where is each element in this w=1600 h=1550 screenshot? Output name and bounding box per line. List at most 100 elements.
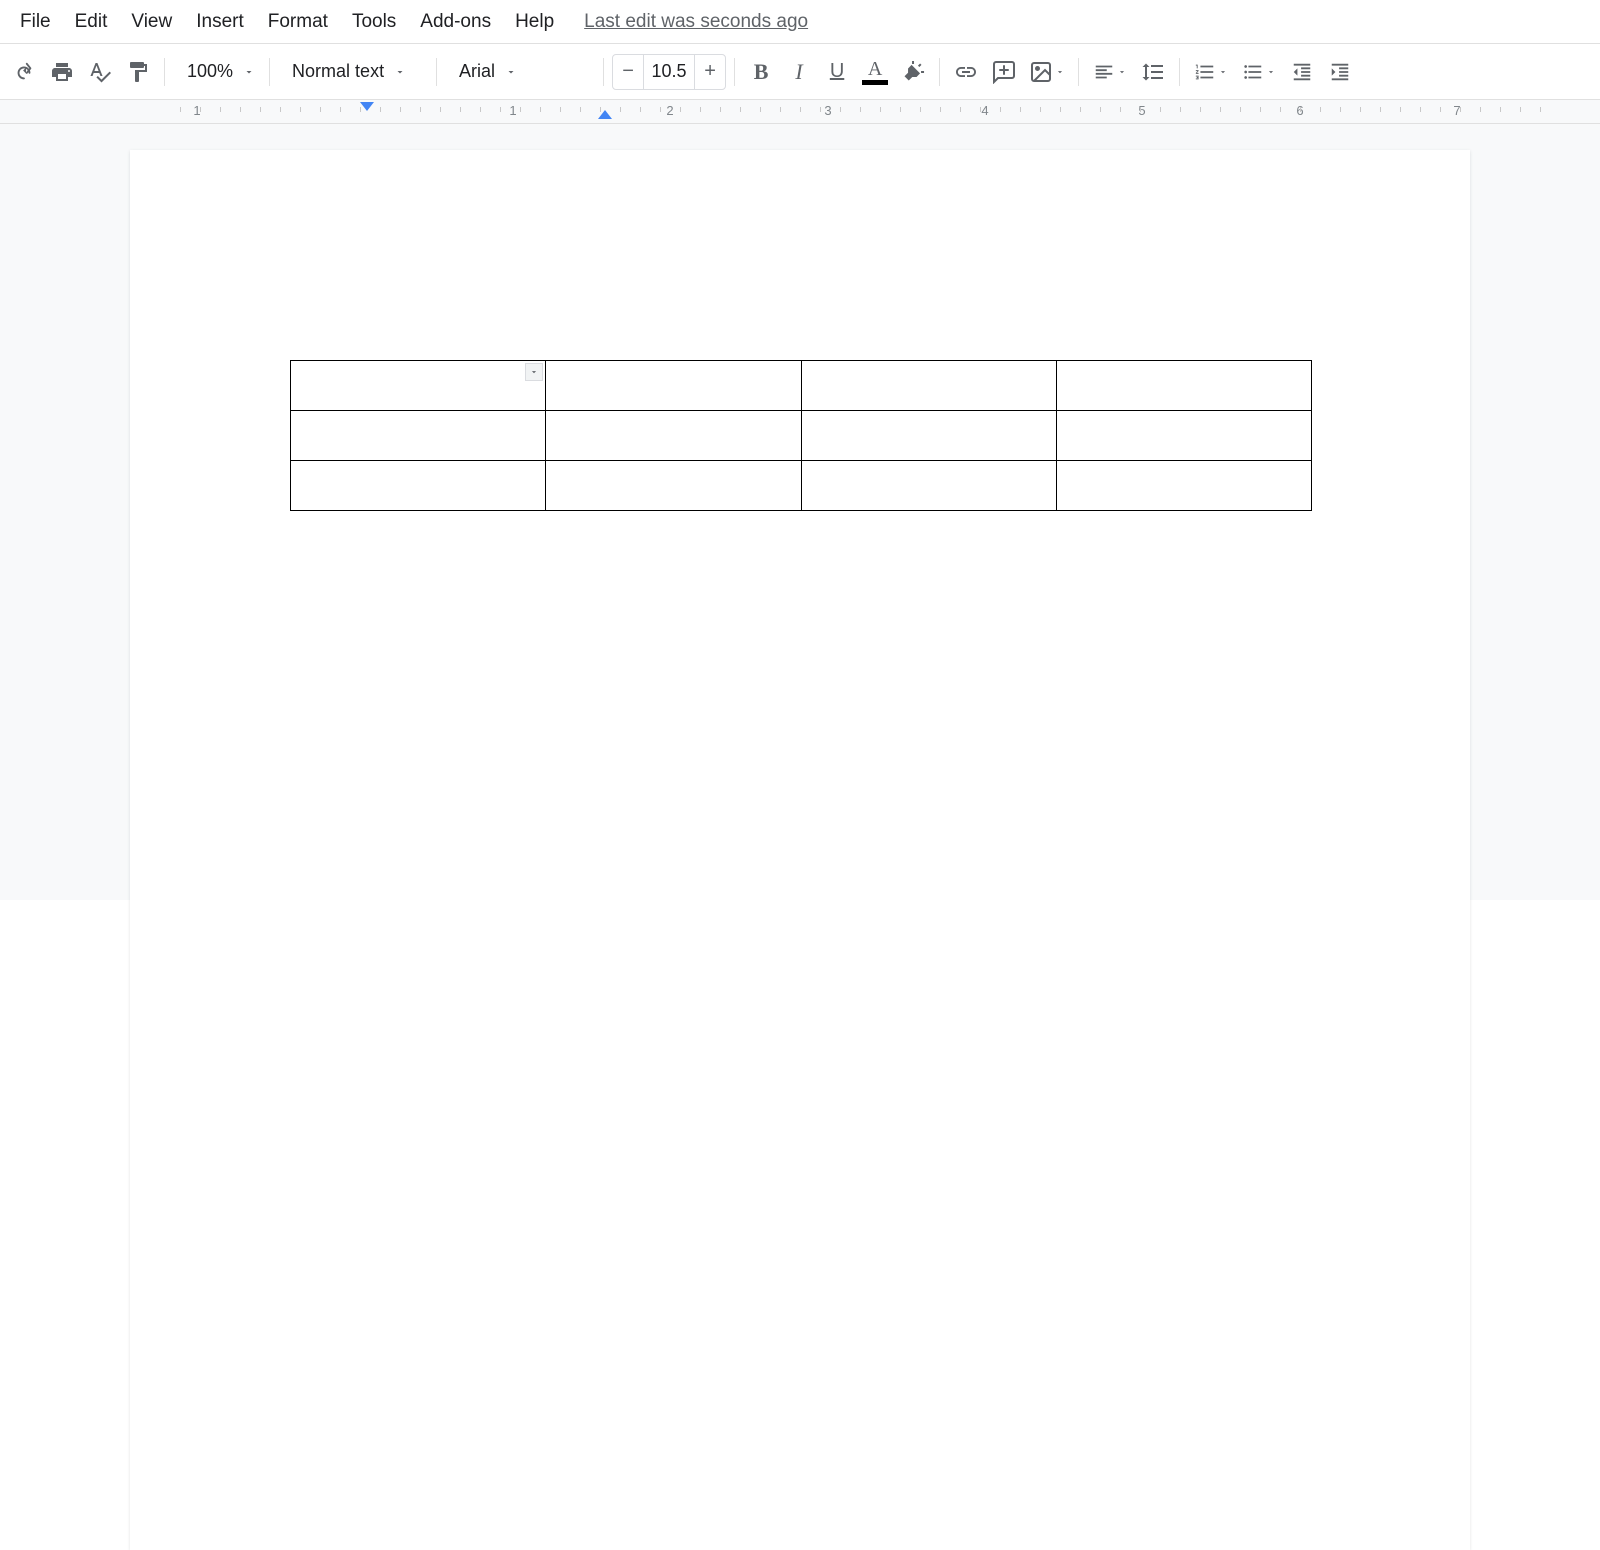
ruler-tick <box>300 107 301 112</box>
underline-button[interactable]: U <box>819 54 855 90</box>
table-cell[interactable] <box>801 361 1056 411</box>
add-comment-button[interactable] <box>986 54 1022 90</box>
ruler-tick <box>880 107 881 112</box>
ruler-tick <box>1300 107 1301 112</box>
zoom-select[interactable]: 100% <box>173 54 261 90</box>
ruler-number: 3 <box>824 103 831 118</box>
ruler-tick <box>1220 107 1221 112</box>
paint-format-button[interactable] <box>120 54 156 90</box>
bulleted-list-button[interactable] <box>1236 54 1282 90</box>
ruler-tick <box>800 107 801 112</box>
numbered-list-button[interactable] <box>1188 54 1234 90</box>
ruler-tick <box>260 107 261 112</box>
table-cell[interactable] <box>1056 411 1311 461</box>
font-value: Arial <box>459 61 495 82</box>
table-cell[interactable] <box>546 461 801 511</box>
ruler-tick <box>740 107 741 112</box>
redo-button[interactable] <box>6 54 42 90</box>
menu-edit[interactable]: Edit <box>63 5 120 39</box>
ruler-tick <box>1420 107 1421 112</box>
paragraph-style-select[interactable]: Normal text <box>278 54 428 90</box>
print-icon <box>50 60 74 84</box>
insert-image-button[interactable] <box>1024 54 1070 90</box>
ruler-number: 4 <box>981 103 988 118</box>
spellcheck-icon <box>88 60 112 84</box>
ruler-tick <box>1260 107 1261 112</box>
table-cell[interactable] <box>291 361 546 411</box>
left-indent-marker[interactable] <box>598 110 612 119</box>
spellcheck-button[interactable] <box>82 54 118 90</box>
font-select[interactable]: Arial <box>445 54 595 90</box>
underline-icon: U <box>830 60 844 83</box>
italic-button[interactable]: I <box>781 54 817 90</box>
increase-indent-button[interactable] <box>1322 54 1358 90</box>
font-size-input[interactable] <box>644 54 694 90</box>
ruler-tick <box>500 107 501 112</box>
ruler-tick <box>1500 107 1501 112</box>
ruler-tick <box>1320 107 1321 112</box>
menu-file[interactable]: File <box>8 5 63 39</box>
decrease-font-size-button[interactable]: − <box>612 54 644 90</box>
zoom-value: 100% <box>187 61 233 82</box>
table-row[interactable] <box>291 411 1312 461</box>
ruler-tick <box>1080 107 1081 112</box>
ruler-tick <box>1100 107 1101 112</box>
menu-help[interactable]: Help <box>503 5 566 39</box>
insert-link-button[interactable] <box>948 54 984 90</box>
ruler-tick <box>920 107 921 112</box>
ruler-tick <box>1340 107 1341 112</box>
table-cell[interactable] <box>546 361 801 411</box>
ruler-tick <box>760 107 761 112</box>
table-cell[interactable] <box>801 411 1056 461</box>
table-cell[interactable] <box>1056 461 1311 511</box>
menu-addons[interactable]: Add-ons <box>408 5 503 39</box>
ruler-tick <box>680 107 681 112</box>
table-cell[interactable] <box>801 461 1056 511</box>
ruler-tick <box>960 107 961 112</box>
ruler-tick <box>1040 107 1041 112</box>
link-icon <box>954 60 978 84</box>
align-left-icon <box>1093 61 1115 83</box>
first-line-indent-marker[interactable] <box>360 102 374 111</box>
increase-font-size-button[interactable]: + <box>694 54 726 90</box>
ruler-tick <box>1140 107 1141 112</box>
print-button[interactable] <box>44 54 80 90</box>
last-edit-link[interactable]: Last edit was seconds ago <box>584 11 808 33</box>
line-spacing-button[interactable] <box>1135 54 1171 90</box>
document-table[interactable] <box>290 360 1312 511</box>
separator <box>603 58 604 86</box>
menu-insert[interactable]: Insert <box>184 5 256 39</box>
cell-menu-handle[interactable] <box>525 363 543 381</box>
ruler-tick <box>780 107 781 112</box>
menu-view[interactable]: View <box>119 5 184 39</box>
decrease-indent-button[interactable] <box>1284 54 1320 90</box>
bold-button[interactable]: B <box>743 54 779 90</box>
ruler-tick <box>720 107 721 112</box>
page[interactable] <box>130 150 1470 1550</box>
text-color-icon: A <box>862 59 888 85</box>
ruler-tick <box>1000 107 1001 112</box>
highlight-color-button[interactable] <box>895 54 931 90</box>
ruler-tick <box>1160 107 1161 112</box>
ruler-tick <box>1520 107 1521 112</box>
ruler[interactable]: 11234567 <box>0 100 1600 124</box>
menu-format[interactable]: Format <box>256 5 340 39</box>
align-button[interactable] <box>1087 54 1133 90</box>
table-row[interactable] <box>291 461 1312 511</box>
separator <box>436 58 437 86</box>
toolbar: 100% Normal text Arial − + B I U A <box>0 44 1600 100</box>
caret-down-icon <box>529 367 539 377</box>
table-cell[interactable] <box>1056 361 1311 411</box>
table-cell[interactable] <box>546 411 801 461</box>
table-row[interactable] <box>291 361 1312 411</box>
ruler-tick <box>860 107 861 112</box>
separator <box>269 58 270 86</box>
table-cell[interactable] <box>291 411 546 461</box>
ruler-tick <box>1180 107 1181 112</box>
italic-icon: I <box>795 59 802 85</box>
table-cell[interactable] <box>291 461 546 511</box>
ruler-tick <box>1540 107 1541 112</box>
menu-tools[interactable]: Tools <box>340 5 408 39</box>
text-color-button[interactable]: A <box>857 54 893 90</box>
ruler-tick <box>320 107 321 112</box>
